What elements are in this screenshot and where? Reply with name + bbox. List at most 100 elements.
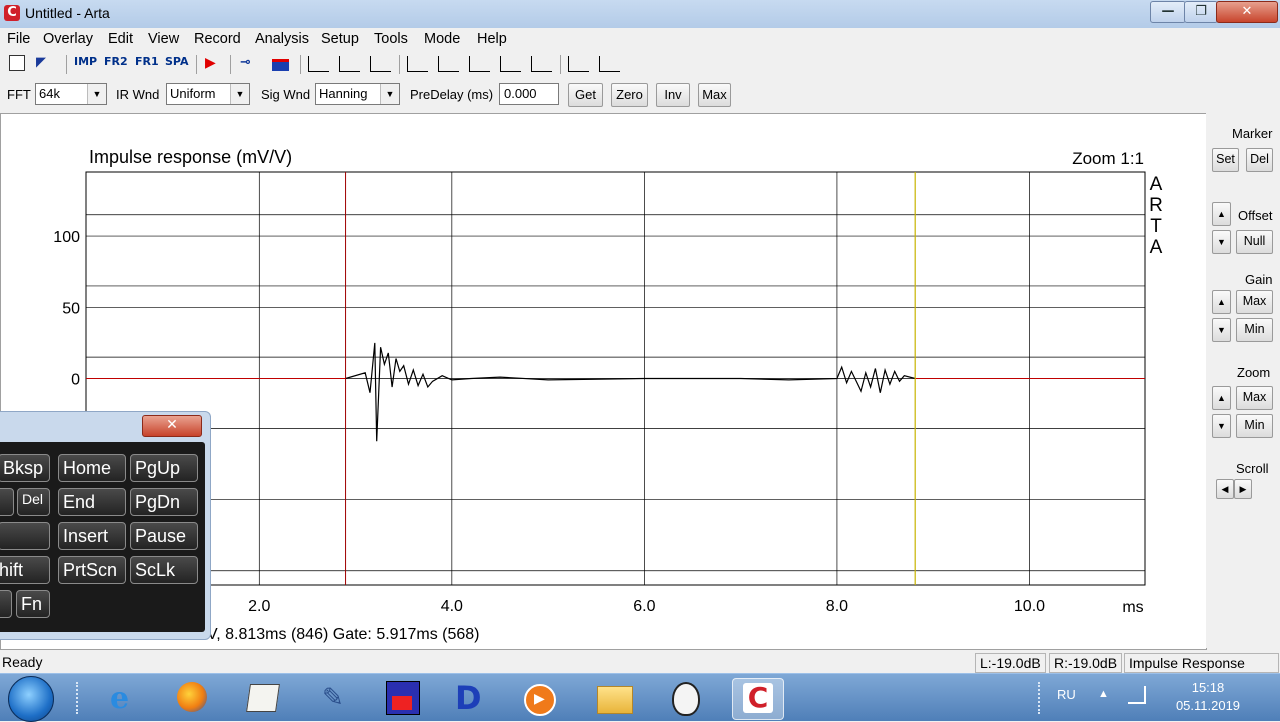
menu-help[interactable]: Help [477,31,507,47]
sti-icon[interactable] [568,56,589,72]
calibrate-icon[interactable] [272,59,289,71]
menu-view[interactable]: View [148,31,179,47]
window-title: Untitled - Arta [25,5,110,21]
burst-decay-icon[interactable] [531,56,552,72]
arta-taskbar-icon[interactable]: C [732,678,784,720]
frequency-response-icon[interactable] [308,56,329,72]
gain-down-arrow-icon[interactable]: ▼ [1212,318,1231,342]
menu-mode[interactable]: Mode [424,31,460,47]
spa-mode-button[interactable]: SPA [165,55,189,73]
network-icon[interactable] [1128,686,1146,704]
key-pgup[interactable]: PgUp [130,454,198,482]
rasti-icon[interactable] [599,56,620,72]
offset-down-arrow-icon[interactable]: ▼ [1212,230,1231,254]
d-app-icon[interactable]: D [452,678,492,718]
ir-window-value: Uniform [170,86,216,101]
tools-icon[interactable]: ✎ [312,678,352,718]
gain-label: Gain [1245,272,1273,287]
menu-record[interactable]: Record [194,31,241,47]
zero-button[interactable]: Zero [611,83,648,107]
x-tick-label: 10.0 [1014,598,1045,615]
gain-max-button[interactable]: Max [1236,290,1273,314]
null-button[interactable]: Null [1236,230,1273,254]
maximize-button[interactable]: ❐ [1184,1,1218,23]
start-button[interactable] [8,676,54,722]
zoom-down-arrow-icon[interactable]: ▼ [1212,414,1231,438]
predelay-input[interactable]: 0.000 [499,83,559,105]
menu-edit[interactable]: Edit [108,31,133,47]
key-fn[interactable]: Fn [16,590,50,618]
scroll-right-arrow-icon[interactable]: ▶ [1234,479,1252,499]
close-button[interactable]: ✕ [1216,1,1278,23]
signal-window-label: Sig Wnd [261,87,311,102]
internet-explorer-icon[interactable]: e [104,678,144,718]
control-panel: Marker Set Del ▲ Offset ▼ Null Gain ▲ Ma… [1206,113,1280,648]
marker-set-button[interactable]: Set [1212,148,1239,172]
arta-watermark: A R T A [1149,174,1163,258]
key-pause[interactable]: Pause [130,522,198,550]
key-home[interactable]: Home [58,454,126,482]
menu-bar: File Overlay Edit View Record Analysis S… [0,28,1280,50]
y-tick-label: 0 [71,372,80,389]
menu-file[interactable]: File [7,31,30,47]
keyboard-close-button[interactable]: ✕ [142,415,202,437]
gain-up-arrow-icon[interactable]: ▲ [1212,290,1231,314]
toolbar-separator [196,55,197,74]
media-player-icon[interactable]: ▶ [518,678,558,718]
get-button[interactable]: Get [568,83,603,107]
zoom-min-button[interactable]: Min [1236,414,1273,438]
key-pgdn[interactable]: PgDn [130,488,198,516]
key-blank[interactable] [0,522,50,550]
zoom-up-arrow-icon[interactable]: ▲ [1212,386,1231,410]
key-shift[interactable]: hift [0,556,50,584]
record-play-icon[interactable]: ▶ [205,55,216,73]
marker-delete-button[interactable]: Del [1246,148,1273,172]
fr2-mode-button[interactable]: FR2 [104,55,128,73]
invert-button[interactable]: Inv [656,83,690,107]
key-insert[interactable]: Insert [58,522,126,550]
max-button[interactable]: Max [698,83,731,107]
reverberation-icon[interactable] [469,56,490,72]
gated-fr-icon[interactable] [339,56,360,72]
chevron-down-icon: ▼ [87,84,106,104]
key-partial[interactable] [0,590,12,618]
menu-tools[interactable]: Tools [374,31,408,47]
minimize-button[interactable]: — [1150,1,1186,23]
menu-setup[interactable]: Setup [321,31,359,47]
scroll-left-arrow-icon[interactable]: ◀ [1216,479,1234,499]
zoom-label: Zoom 1:1 [1072,149,1144,168]
cumulative-spectrum-icon[interactable] [500,56,521,72]
key-partial[interactable] [0,488,14,516]
key-end[interactable]: End [58,488,126,516]
tray-expand-icon[interactable]: ▲ [1098,688,1109,700]
key-sclk[interactable]: ScLk [130,556,198,584]
ir-window-select[interactable]: Uniform ▼ [166,83,250,105]
on-screen-keyboard[interactable]: ✕ Bksp Home PgUp Del End PgDn Insert Pau… [0,411,211,640]
notepad-icon[interactable] [242,678,282,718]
save-disk-icon[interactable] [382,678,422,718]
fr1-mode-button[interactable]: FR1 [135,55,159,73]
x-tick-label: 4.0 [441,598,463,615]
firefox-icon[interactable] [172,678,212,718]
new-file-icon[interactable] [9,55,25,71]
fft-size-select[interactable]: 64k ▼ [35,83,107,105]
gain-min-button[interactable]: Min [1236,318,1273,342]
menu-analysis[interactable]: Analysis [255,31,309,47]
open-file-icon[interactable]: ◤ [36,55,46,73]
impulse-mode-button[interactable]: IMP [74,55,97,73]
key-prtscn[interactable]: PrtScn [58,556,126,584]
generator-icon[interactable]: ⊸ [240,55,251,73]
step-response-icon[interactable] [407,56,428,72]
offset-up-arrow-icon[interactable]: ▲ [1212,202,1231,226]
key-delete[interactable]: Del [17,488,50,516]
keyboard-language[interactable]: RU [1057,687,1076,702]
folder-icon[interactable] [594,678,634,718]
zoom-max-button[interactable]: Max [1236,386,1273,410]
menu-overlay[interactable]: Overlay [43,31,93,47]
key-backspace[interactable]: Bksp [0,454,50,482]
signal-window-select[interactable]: Hanning ▼ [315,83,400,105]
etc-icon[interactable] [438,56,459,72]
alien-mask-icon[interactable] [664,678,704,718]
dft-icon[interactable] [370,56,391,72]
tray-clock[interactable]: 15:18 05.11.2019 [1168,679,1248,715]
